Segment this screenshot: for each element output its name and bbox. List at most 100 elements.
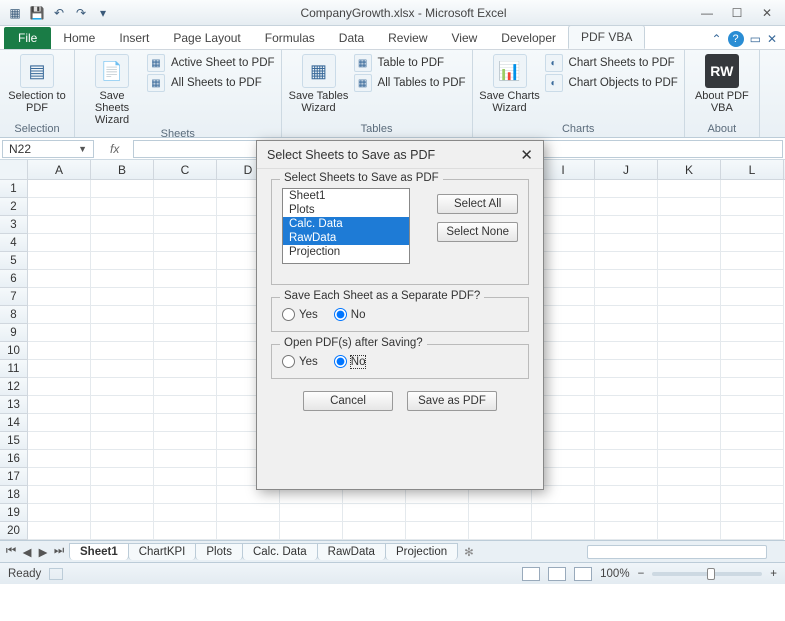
ribbon-min-icon[interactable]: ⌃ <box>712 32 722 46</box>
row-header-4[interactable]: 4 <box>0 234 28 252</box>
open-no-radio[interactable]: No <box>334 355 366 368</box>
chart-objects-to-pdf-button[interactable]: ◐Chart Objects to PDF <box>545 74 678 92</box>
row-header-3[interactable]: 3 <box>0 216 28 234</box>
view-normal-icon[interactable] <box>522 567 540 581</box>
row-header-17[interactable]: 17 <box>0 468 28 486</box>
sheet-tab-plots[interactable]: Plots <box>195 543 243 560</box>
minimize-button[interactable]: — <box>693 3 721 23</box>
tab-insert[interactable]: Insert <box>107 27 161 49</box>
col-header-A[interactable]: A <box>28 160 91 179</box>
listbox-item[interactable]: Plots <box>283 203 409 217</box>
horizontal-scrollbar[interactable] <box>587 545 767 559</box>
row-header-11[interactable]: 11 <box>0 360 28 378</box>
dialog-title-bar[interactable]: Select Sheets to Save as PDF ✕ <box>257 141 543 169</box>
select-all-corner[interactable] <box>0 160 28 179</box>
dialog-close-icon[interactable]: ✕ <box>520 146 533 164</box>
table-to-pdf-button[interactable]: ▦Table to PDF <box>354 54 466 72</box>
row-header-10[interactable]: 10 <box>0 342 28 360</box>
save-tables-wizard-button[interactable]: ▦ Save Tables Wizard <box>288 52 350 114</box>
tab-review[interactable]: Review <box>376 27 439 49</box>
zoom-percent[interactable]: 100% <box>600 568 629 580</box>
all-tables-to-pdf-button[interactable]: ▦All Tables to PDF <box>354 74 466 92</box>
tab-view[interactable]: View <box>440 27 490 49</box>
save-as-pdf-button[interactable]: Save as PDF <box>407 391 497 411</box>
save-sheets-wizard-button[interactable]: 📄 Save Sheets Wizard <box>81 52 143 126</box>
window-restore-icon[interactable]: ▭ <box>750 32 761 46</box>
sheet-prev-icon[interactable]: ◀ <box>20 545 34 559</box>
row-header-1[interactable]: 1 <box>0 180 28 198</box>
window-close2-icon[interactable]: ✕ <box>767 32 777 46</box>
tab-pdf-vba[interactable]: PDF VBA <box>568 25 645 49</box>
sheet-tab-sheet1[interactable]: Sheet1 <box>69 543 129 560</box>
sheet-tab-calcdata[interactable]: Calc. Data <box>242 543 318 560</box>
tab-developer[interactable]: Developer <box>489 27 568 49</box>
zoom-out-icon[interactable]: − <box>638 568 645 580</box>
maximize-button[interactable]: ☐ <box>723 3 751 23</box>
sheet-last-icon[interactable]: ⏭ <box>52 545 66 559</box>
undo-icon[interactable]: ↶ <box>50 4 68 22</box>
name-box[interactable]: N22▼ <box>2 140 94 158</box>
save-charts-wizard-button[interactable]: 📊 Save Charts Wizard <box>479 52 541 114</box>
new-sheet-icon[interactable]: ✻ <box>458 543 480 561</box>
select-none-button[interactable]: Select None <box>437 222 518 242</box>
close-button[interactable]: ✕ <box>753 3 781 23</box>
view-page-layout-icon[interactable] <box>548 567 566 581</box>
chart-sheets-to-pdf-button[interactable]: ◐Chart Sheets to PDF <box>545 54 678 72</box>
sheet-next-icon[interactable]: ▶ <box>36 545 50 559</box>
col-header-B[interactable]: B <box>91 160 154 179</box>
row-header-14[interactable]: 14 <box>0 414 28 432</box>
about-pdf-vba-button[interactable]: RW About PDF VBA <box>691 52 753 114</box>
row-header-20[interactable]: 20 <box>0 522 28 540</box>
row-header-16[interactable]: 16 <box>0 450 28 468</box>
listbox-item[interactable]: RawData <box>283 231 409 245</box>
sheet-tab-rawdata[interactable]: RawData <box>317 543 386 560</box>
row-header-12[interactable]: 12 <box>0 378 28 396</box>
row-header-7[interactable]: 7 <box>0 288 28 306</box>
listbox-item[interactable]: Projection <box>283 245 409 259</box>
row-header-8[interactable]: 8 <box>0 306 28 324</box>
row-header-13[interactable]: 13 <box>0 396 28 414</box>
macro-record-icon[interactable] <box>49 568 63 580</box>
tab-formulas[interactable]: Formulas <box>253 27 327 49</box>
fx-label[interactable]: fx <box>104 142 125 156</box>
sheet-tab-projection[interactable]: Projection <box>385 543 458 560</box>
sheet-first-icon[interactable]: ⏮ <box>4 545 18 559</box>
select-all-button[interactable]: Select All <box>437 194 518 214</box>
cancel-button[interactable]: Cancel <box>303 391 393 411</box>
row-header-15[interactable]: 15 <box>0 432 28 450</box>
separate-no-radio[interactable]: No <box>334 308 366 321</box>
tab-data[interactable]: Data <box>327 27 376 49</box>
file-tab[interactable]: File <box>4 27 51 49</box>
row-header-19[interactable]: 19 <box>0 504 28 522</box>
col-header-L[interactable]: L <box>721 160 784 179</box>
view-page-break-icon[interactable] <box>574 567 592 581</box>
col-header-J[interactable]: J <box>595 160 658 179</box>
zoom-slider[interactable] <box>652 572 762 576</box>
col-header-K[interactable]: K <box>658 160 721 179</box>
zoom-in-icon[interactable]: + <box>770 568 777 580</box>
charts-wizard-label: Save Charts Wizard <box>479 90 541 114</box>
active-sheet-to-pdf-button[interactable]: ▦Active Sheet to PDF <box>147 54 275 72</box>
listbox-item[interactable]: Sheet1 <box>283 189 409 203</box>
selection-to-pdf-button[interactable]: ▤ Selection to PDF <box>6 52 68 114</box>
row-header-5[interactable]: 5 <box>0 252 28 270</box>
name-box-arrow-icon[interactable]: ▼ <box>78 144 87 154</box>
help-icon[interactable]: ? <box>728 31 744 47</box>
sep-no-label: No <box>351 309 366 321</box>
redo-icon[interactable]: ↷ <box>72 4 90 22</box>
listbox-item[interactable]: Calc. Data <box>283 217 409 231</box>
row-header-9[interactable]: 9 <box>0 324 28 342</box>
row-header-6[interactable]: 6 <box>0 270 28 288</box>
separate-yes-radio[interactable]: Yes <box>282 308 318 321</box>
all-sheets-to-pdf-button[interactable]: ▦All Sheets to PDF <box>147 74 275 92</box>
open-yes-radio[interactable]: Yes <box>282 355 318 368</box>
row-header-2[interactable]: 2 <box>0 198 28 216</box>
qat-customize-icon[interactable]: ▾ <box>94 4 112 22</box>
tab-home[interactable]: Home <box>51 27 107 49</box>
row-header-18[interactable]: 18 <box>0 486 28 504</box>
tab-page-layout[interactable]: Page Layout <box>161 27 252 49</box>
col-header-C[interactable]: C <box>154 160 217 179</box>
sheet-tab-chartkpi[interactable]: ChartKPI <box>128 543 197 560</box>
sheets-listbox[interactable]: Sheet1PlotsCalc. DataRawDataProjection <box>282 188 410 264</box>
save-icon[interactable]: 💾 <box>28 4 46 22</box>
